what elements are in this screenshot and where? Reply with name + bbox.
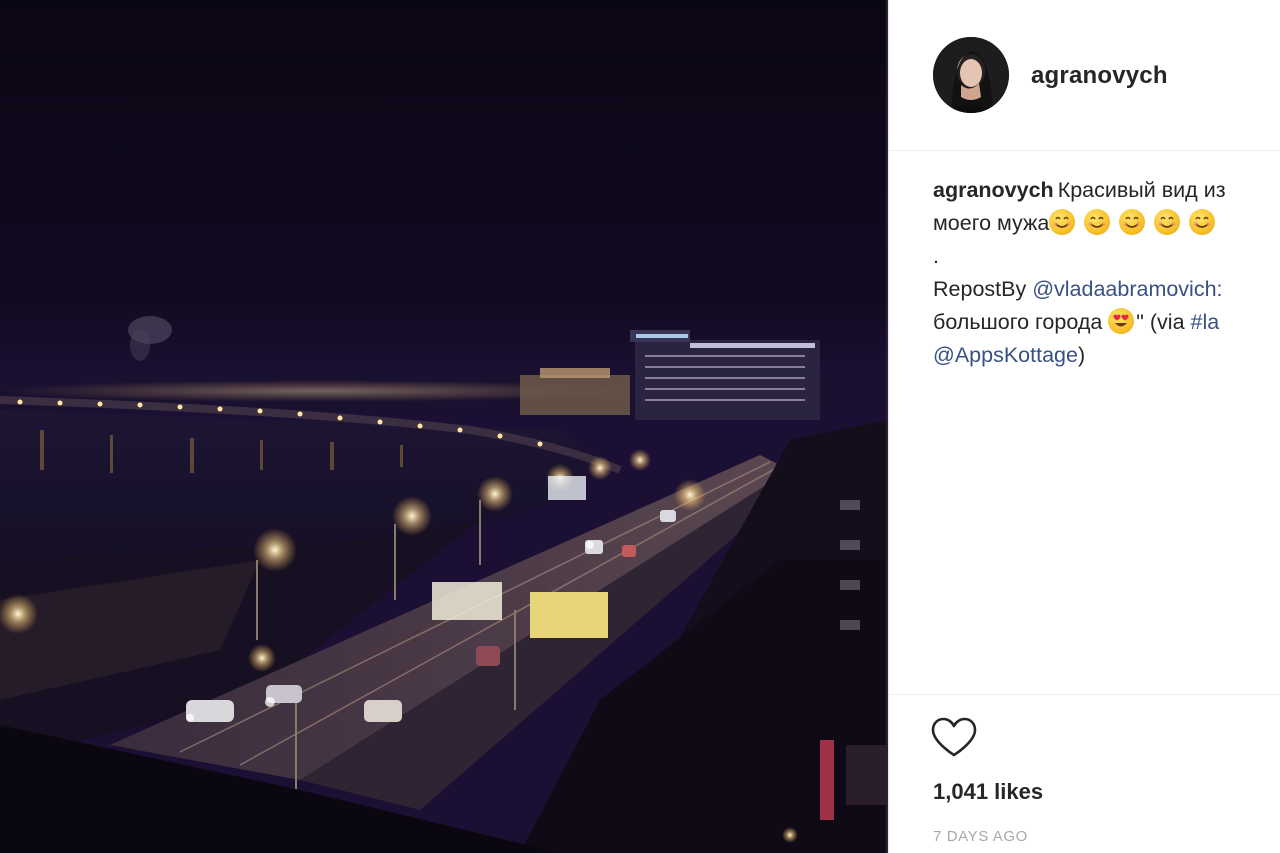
smile-emoji-icon bbox=[1049, 209, 1076, 235]
post-footer: 1,041 likes 7 DAYS AGO bbox=[889, 694, 1280, 853]
user-avatar-icon[interactable] bbox=[933, 37, 1009, 113]
post-caption: agranovych Красивый вид из моего мужа . R… bbox=[933, 174, 1280, 372]
caption-text-2: моего мужа bbox=[933, 211, 1050, 235]
smile-emoji-icon bbox=[1154, 209, 1181, 235]
caption-username[interactable]: agranovych bbox=[933, 178, 1054, 202]
caption-mention-vladaabramovich[interactable]: @vladaabramovich: bbox=[1032, 277, 1222, 301]
caption-text-6-suffix: ) bbox=[1077, 343, 1086, 367]
header-username[interactable]: agranovych bbox=[1031, 62, 1168, 90]
caption-repost-prefix: RepostBy bbox=[933, 277, 1033, 301]
caption-text-3: . bbox=[933, 244, 939, 268]
heart-eyes-emoji-icon bbox=[1108, 308, 1135, 334]
post-side-panel: agranovych agranovych Красивый вид из мое… bbox=[888, 0, 1280, 853]
caption-line-3: . bbox=[933, 240, 1280, 273]
caption-text-5-suffix: " (via bbox=[1136, 310, 1191, 334]
post-header: agranovych bbox=[889, 0, 1280, 151]
caption-hashtag[interactable]: #la bbox=[1191, 310, 1220, 334]
caption-line-1: agranovych Красивый вид из bbox=[933, 174, 1280, 207]
night-city-photo bbox=[0, 0, 888, 853]
likes-count[interactable]: 1,041 likes bbox=[933, 779, 1043, 805]
caption-text-1: Красивый вид из bbox=[1057, 178, 1226, 202]
like-button[interactable] bbox=[929, 715, 979, 761]
caption-line-2: моего мужа bbox=[933, 207, 1280, 240]
instagram-post: agranovych agranovych Красивый вид из мое… bbox=[0, 0, 1280, 853]
caption-line-5: большого города " (via #la bbox=[933, 306, 1280, 339]
caption-line-4: RepostBy @vladaabramovich: bbox=[933, 273, 1280, 306]
caption-line-6: @AppsKottage) bbox=[933, 339, 1280, 372]
smile-emoji-icon bbox=[1084, 209, 1111, 235]
heart-outline-icon bbox=[931, 717, 977, 757]
caption-text-5: большого города bbox=[933, 310, 1109, 334]
smile-emoji-icon bbox=[1189, 209, 1216, 235]
smile-emoji-icon bbox=[1119, 209, 1146, 235]
caption-mention-appskottage[interactable]: @AppsKottage bbox=[933, 343, 1078, 367]
post-photo[interactable] bbox=[0, 0, 888, 853]
post-timestamp[interactable]: 7 DAYS AGO bbox=[933, 828, 1028, 845]
